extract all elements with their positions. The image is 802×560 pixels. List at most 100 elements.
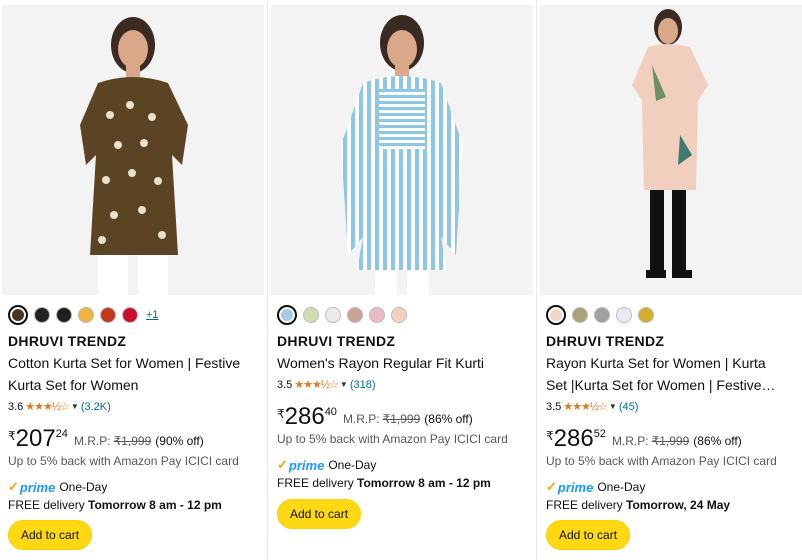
swatch-color[interactable] xyxy=(638,307,654,323)
delivery-prefix: FREE delivery xyxy=(8,498,85,512)
mrp-value: ₹1,999 xyxy=(113,434,152,448)
chevron-down-icon[interactable]: ▼ xyxy=(609,402,617,411)
currency-symbol: ₹ xyxy=(8,429,16,443)
swatch-color[interactable] xyxy=(369,307,385,323)
price-block[interactable]: ₹ 286 52 M.R.P: ₹1,999 (86% off) xyxy=(546,426,742,452)
rating-row[interactable]: 3.5 ★★★½☆ ▼ (45) xyxy=(546,400,639,414)
price-fraction: 24 xyxy=(55,428,68,440)
prime-speed: One-Day xyxy=(597,480,646,494)
delivery-prefix: FREE delivery xyxy=(277,476,354,490)
product-image[interactable] xyxy=(2,5,264,295)
prime-speed: One-Day xyxy=(59,480,108,494)
swatch-color[interactable] xyxy=(594,307,610,323)
price-fraction: 52 xyxy=(593,428,606,440)
swatch-color[interactable] xyxy=(34,307,50,323)
delivery-date: Tomorrow 8 am - 12 pm xyxy=(88,498,222,512)
price-fraction: 40 xyxy=(324,406,337,418)
swatch-color[interactable] xyxy=(546,305,566,325)
prime-label: prime xyxy=(288,457,325,473)
add-to-cart-button[interactable]: Add to cart xyxy=(277,499,362,529)
swatch-color[interactable] xyxy=(325,307,341,323)
swatch-color[interactable] xyxy=(616,307,632,323)
title-line: Rayon Kurta Set for Women | Kurta xyxy=(546,355,766,371)
rating-row[interactable]: 3.6 ★★★½☆ ▼ (3.2K) xyxy=(8,400,111,414)
swatch-color[interactable] xyxy=(8,305,28,325)
card-divider xyxy=(536,0,537,560)
brand-name: DHRUVI TRENDZ xyxy=(546,333,665,349)
swatch-color[interactable] xyxy=(303,307,319,323)
swatch-color[interactable] xyxy=(56,307,72,323)
product-photo xyxy=(2,5,264,295)
title-line: Cotton Kurta Set for Women | Festive xyxy=(8,355,241,371)
delivery-info: FREE delivery Tomorrow 8 am - 12 pm xyxy=(8,498,222,512)
ratings-count-link[interactable]: (318) xyxy=(350,379,376,391)
cashback-offer: Up to 5% back with Amazon Pay ICICI card xyxy=(8,454,239,468)
cashback-offer: Up to 5% back with Amazon Pay ICICI card xyxy=(546,454,777,468)
prime-badge-row: ✓ prime One-Day xyxy=(277,457,376,473)
rating-value: 3.5 xyxy=(277,378,293,391)
prime-badge-row: ✓ prime One-Day xyxy=(546,479,645,495)
swatch-color[interactable] xyxy=(347,307,363,323)
product-card-1[interactable]: +1 DHRUVI TRENDZ Cotton Kurta Set for Wo… xyxy=(2,0,264,560)
add-to-cart-button[interactable]: Add to cart xyxy=(546,520,631,550)
currency-symbol: ₹ xyxy=(277,407,285,421)
swatch-color[interactable] xyxy=(277,305,297,325)
prime-logo-icon: ✓ prime xyxy=(277,457,325,473)
discount-percent: (90% off) xyxy=(155,434,204,448)
mrp-value: ₹1,999 xyxy=(651,434,690,448)
product-card-2[interactable]: DHRUVI TRENDZ Women's Rayon Regular Fit … xyxy=(271,0,533,560)
rating-value: 3.5 xyxy=(546,400,562,413)
product-title-link[interactable]: Cotton Kurta Set for Women | Festive Kur… xyxy=(8,352,260,396)
product-photo xyxy=(540,5,802,295)
swatch-color[interactable] xyxy=(78,307,94,323)
brand-name: DHRUVI TRENDZ xyxy=(8,333,127,349)
product-photo xyxy=(271,5,533,295)
prime-speed: One-Day xyxy=(328,458,377,472)
mrp-label: M.R.P: xyxy=(73,434,111,448)
cashback-offer: Up to 5% back with Amazon Pay ICICI card xyxy=(277,432,508,446)
chevron-down-icon[interactable]: ▼ xyxy=(71,402,79,411)
color-swatches: +1 xyxy=(8,305,159,325)
delivery-date: Tomorrow 8 am - 12 pm xyxy=(357,476,491,490)
mrp-label: M.R.P: xyxy=(342,412,380,426)
swatch-color[interactable] xyxy=(391,307,407,323)
price-block[interactable]: ₹ 286 40 M.R.P: ₹1,999 (86% off) xyxy=(277,404,473,430)
product-image[interactable] xyxy=(540,5,802,295)
card-divider xyxy=(267,0,268,560)
prime-logo-icon: ✓ prime xyxy=(546,479,594,495)
product-title-link[interactable]: Women's Rayon Regular Fit Kurti xyxy=(277,352,529,374)
chevron-down-icon[interactable]: ▼ xyxy=(340,380,348,389)
ratings-count-link[interactable]: (3.2K) xyxy=(81,401,111,413)
title-line: Set |Kurta Set for Women | Festive… xyxy=(546,377,776,393)
title-line: Kurta Set for Women xyxy=(8,377,139,393)
discount-percent: (86% off) xyxy=(693,434,742,448)
swatch-color[interactable] xyxy=(572,307,588,323)
prime-badge-row: ✓ prime One-Day xyxy=(8,479,107,495)
swatch-color[interactable] xyxy=(122,307,138,323)
product-image[interactable] xyxy=(271,5,533,295)
price-whole: 207 xyxy=(15,425,56,452)
discount-percent: (86% off) xyxy=(424,412,473,426)
color-swatches xyxy=(277,305,407,325)
product-card-3[interactable]: DHRUVI TRENDZ Rayon Kurta Set for Women … xyxy=(540,0,802,560)
mrp-value: ₹1,999 xyxy=(382,412,421,426)
rating-row[interactable]: 3.5 ★★★½☆ ▼ (318) xyxy=(277,378,376,392)
price-whole: 286 xyxy=(553,425,594,452)
delivery-info: FREE delivery Tomorrow, 24 May xyxy=(546,498,730,512)
brand-name: DHRUVI TRENDZ xyxy=(277,333,396,349)
prime-logo-icon: ✓ prime xyxy=(8,479,56,495)
color-swatches xyxy=(546,305,654,325)
delivery-date: Tomorrow, 24 May xyxy=(626,498,731,512)
product-title-link[interactable]: Rayon Kurta Set for Women | Kurta Set |K… xyxy=(546,352,798,396)
delivery-prefix: FREE delivery xyxy=(546,498,623,512)
title-line: Women's Rayon Regular Fit Kurti xyxy=(277,355,485,371)
ratings-count-link[interactable]: (45) xyxy=(619,401,639,413)
star-rating-icon: ★★★½☆ xyxy=(25,401,70,413)
prime-label: prime xyxy=(557,479,594,495)
add-to-cart-button[interactable]: Add to cart xyxy=(8,520,93,550)
prime-label: prime xyxy=(19,479,56,495)
rating-value: 3.6 xyxy=(8,400,24,413)
more-colors-link[interactable]: +1 xyxy=(146,309,159,321)
swatch-color[interactable] xyxy=(100,307,116,323)
price-block[interactable]: ₹ 207 24 M.R.P: ₹1,999 (90% off) xyxy=(8,426,204,452)
